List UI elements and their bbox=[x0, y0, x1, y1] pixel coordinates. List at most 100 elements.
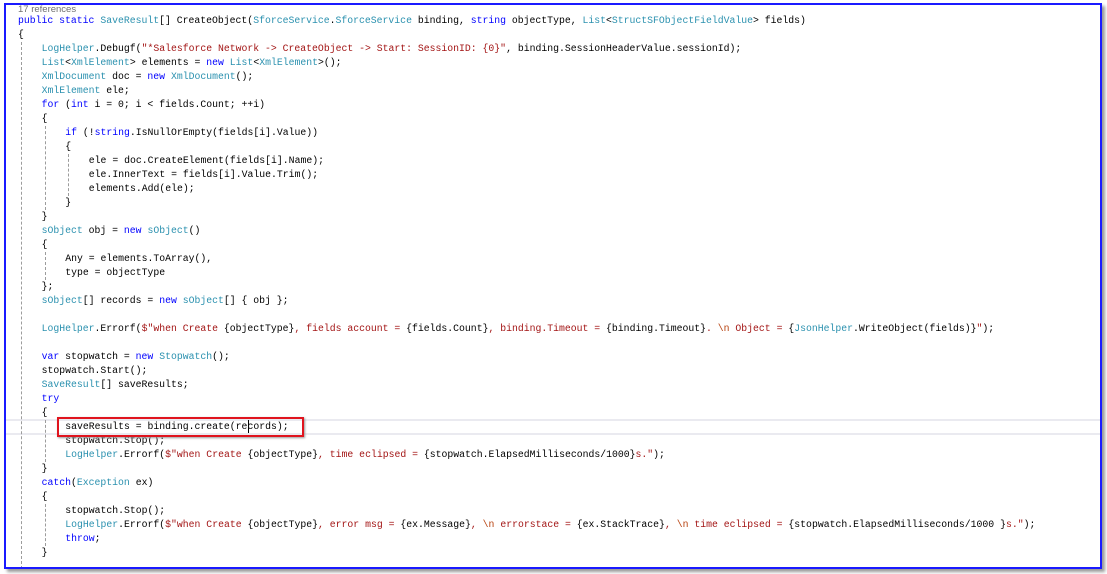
code-line[interactable]: { bbox=[42, 490, 48, 504]
code-line[interactable]: sObject obj = new sObject() bbox=[42, 224, 201, 238]
code-token: sObject bbox=[147, 225, 189, 236]
code-token: , fields account = bbox=[294, 323, 407, 334]
code-token: Stopwatch bbox=[159, 351, 213, 362]
code-line[interactable]: } bbox=[42, 462, 48, 476]
code-line[interactable]: LogHelper.Errorf($"when Create {objectTy… bbox=[65, 448, 665, 462]
code-token: Any = elements.ToArray(), bbox=[65, 253, 213, 264]
code-line[interactable]: XmlDocument doc = new XmlDocument(); bbox=[42, 70, 254, 84]
code-area[interactable]: 17 references public static SaveResult[]… bbox=[6, 5, 1100, 567]
code-line[interactable]: SaveResult[] saveResults; bbox=[42, 378, 189, 392]
code-line[interactable]: if (!string.IsNullOrEmpty(fields[i].Valu… bbox=[65, 126, 318, 140]
code-token: .IsNullOrEmpty(fields[i].Value)) bbox=[129, 127, 319, 138]
indent-guide bbox=[44, 420, 46, 462]
indent-guide bbox=[44, 126, 46, 210]
references-codelens[interactable]: 17 references bbox=[18, 5, 77, 15]
code-token: XmlElement bbox=[71, 57, 130, 68]
code-token: new bbox=[135, 351, 160, 362]
code-token: time eclipsed = bbox=[688, 519, 789, 530]
code-token: (); bbox=[235, 71, 254, 82]
code-token: {objectType} bbox=[223, 323, 295, 334]
code-token: > elements = bbox=[129, 57, 207, 68]
code-line[interactable]: { bbox=[65, 140, 71, 154]
code-editor[interactable]: 17 references public static SaveResult[]… bbox=[4, 3, 1102, 569]
code-line[interactable]: ele = doc.CreateElement(fields[i].Name); bbox=[89, 154, 324, 168]
code-token: var bbox=[41, 351, 60, 362]
code-token: [] saveResults; bbox=[100, 379, 189, 390]
code-line[interactable]: elements.Add(ele); bbox=[89, 182, 195, 196]
code-line[interactable]: } bbox=[42, 210, 48, 224]
code-line[interactable]: stopwatch.Start(); bbox=[42, 364, 148, 378]
indent-guide bbox=[21, 42, 22, 567]
code-token: \n bbox=[482, 519, 495, 530]
code-token: LogHelper bbox=[65, 449, 119, 460]
code-token: { bbox=[41, 491, 48, 502]
code-line[interactable]: stopwatch.Stop(); bbox=[65, 504, 165, 518]
code-token: .Errorf( bbox=[94, 323, 142, 334]
code-token: objectType, bbox=[506, 15, 583, 26]
code-token: . bbox=[706, 323, 718, 334]
code-token: } bbox=[41, 211, 48, 222]
code-token: $"when Create bbox=[141, 323, 224, 334]
code-line[interactable]: ele.InnerText = fields[i].Value.Trim(); bbox=[89, 168, 318, 182]
code-token: stopwatch.Start(); bbox=[41, 365, 148, 376]
code-token: , error msg = bbox=[318, 519, 401, 530]
code-token: ); bbox=[982, 323, 995, 334]
code-token: elements.Add(ele); bbox=[88, 183, 195, 194]
code-token: i = 0; i < fields.Count; ++i) bbox=[88, 99, 266, 110]
code-token: { bbox=[41, 113, 48, 124]
code-line[interactable]: { bbox=[42, 406, 48, 420]
code-line[interactable]: var stopwatch = new Stopwatch(); bbox=[42, 350, 230, 364]
code-line[interactable]: } bbox=[42, 546, 48, 560]
code-token: XmlDocument bbox=[170, 71, 236, 82]
code-line[interactable]: LogHelper.Errorf($"when Create {objectTy… bbox=[65, 518, 1035, 532]
code-token: {objectType} bbox=[247, 449, 319, 460]
code-token: XmlDocument bbox=[41, 71, 107, 82]
code-token: Object = bbox=[729, 323, 789, 334]
code-token: [] CreateObject( bbox=[159, 15, 254, 26]
code-line[interactable]: }; bbox=[42, 280, 54, 294]
code-line[interactable]: LogHelper.Debugf("*Salesforce Network ->… bbox=[42, 42, 742, 56]
code-token: s." bbox=[635, 449, 654, 460]
code-line[interactable]: List<XmlElement> elements = new List<Xml… bbox=[42, 56, 342, 70]
code-line[interactable]: throw; bbox=[65, 532, 100, 546]
code-line[interactable]: { bbox=[42, 112, 48, 126]
code-token: {stopwatch.ElapsedMilliseconds/1000 } bbox=[788, 519, 1006, 530]
code-line[interactable]: XmlElement ele; bbox=[42, 84, 130, 98]
code-token: sObject bbox=[41, 295, 83, 306]
code-token: errorstace = bbox=[494, 519, 577, 530]
code-line[interactable]: catch(Exception ex) bbox=[42, 476, 154, 490]
code-line[interactable]: for (int i = 0; i < fields.Count; ++i) bbox=[42, 98, 265, 112]
code-line[interactable]: public static SaveResult[] CreateObject(… bbox=[18, 14, 806, 28]
code-token: }; bbox=[41, 281, 54, 292]
code-token: try bbox=[41, 393, 60, 404]
code-line[interactable]: sObject[] records = new sObject[] { obj … bbox=[42, 294, 289, 308]
code-line[interactable]: { bbox=[18, 28, 24, 42]
code-token: , binding.SessionHeaderValue.sessionId); bbox=[506, 43, 742, 54]
highlight-box bbox=[57, 417, 304, 437]
code-line[interactable]: Any = elements.ToArray(), bbox=[65, 252, 212, 266]
code-token: for bbox=[41, 99, 60, 110]
code-line[interactable]: { bbox=[42, 238, 48, 252]
code-token: obj = bbox=[82, 225, 124, 236]
code-line[interactable]: } bbox=[65, 196, 71, 210]
code-token: stopwatch = bbox=[59, 351, 136, 362]
code-token: >(); bbox=[318, 57, 342, 68]
code-line[interactable]: LogHelper.Errorf($"when Create {objectTy… bbox=[42, 322, 995, 336]
code-line[interactable]: try bbox=[42, 392, 60, 406]
code-token: LogHelper bbox=[41, 43, 95, 54]
code-token: type = objectType bbox=[65, 267, 166, 278]
code-token: [] { obj }; bbox=[223, 295, 289, 306]
code-token: { bbox=[41, 239, 48, 250]
code-token: new bbox=[123, 225, 148, 236]
code-token: ex) bbox=[129, 477, 154, 488]
code-token: ele; bbox=[100, 85, 130, 96]
code-token: if bbox=[65, 127, 77, 138]
code-token: throw bbox=[65, 533, 95, 544]
code-token: StructSFObjectFieldValue bbox=[611, 15, 753, 26]
code-line[interactable]: type = objectType bbox=[65, 266, 165, 280]
indent-guide bbox=[44, 504, 46, 546]
code-token: \n bbox=[676, 519, 689, 530]
code-token: List bbox=[582, 15, 606, 26]
code-token: ); bbox=[653, 449, 665, 460]
code-token: XmlElement bbox=[259, 57, 318, 68]
